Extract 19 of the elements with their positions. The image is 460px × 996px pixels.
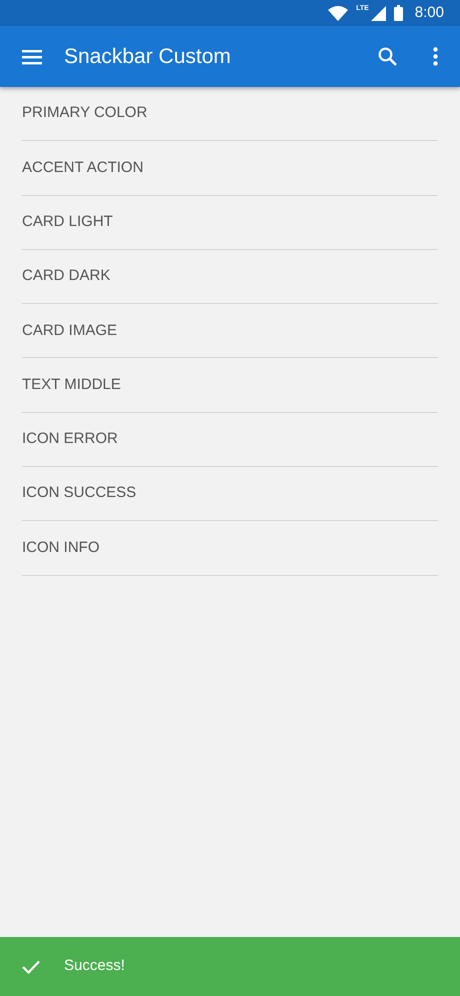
app-title: Snackbar Custom <box>64 44 232 70</box>
search-icon <box>378 47 397 66</box>
wifi-icon <box>328 6 348 20</box>
snackbar-message: Success! <box>64 956 125 976</box>
list-item[interactable]: ICON INFO <box>22 536 100 560</box>
list-item[interactable]: CARD LIGHT <box>22 210 113 234</box>
list-item[interactable]: CARD IMAGE <box>22 320 118 342</box>
clock-time: 8:00 <box>414 2 444 23</box>
signal-icon <box>370 6 386 20</box>
list-item[interactable]: ICON ERROR <box>22 428 118 451</box>
more-icon <box>433 47 438 66</box>
menu-icon <box>22 48 42 64</box>
list-item[interactable]: CARD DARK <box>22 265 110 288</box>
list-item[interactable]: ICON SUCCESS <box>22 482 136 505</box>
battery-icon <box>394 5 403 21</box>
list-item[interactable]: TEXT MIDDLE <box>22 374 121 396</box>
list-item[interactable]: ACCENT ACTION <box>22 156 144 180</box>
check-icon <box>22 960 40 974</box>
list-item[interactable]: PRIMARY COLOR <box>22 102 148 125</box>
